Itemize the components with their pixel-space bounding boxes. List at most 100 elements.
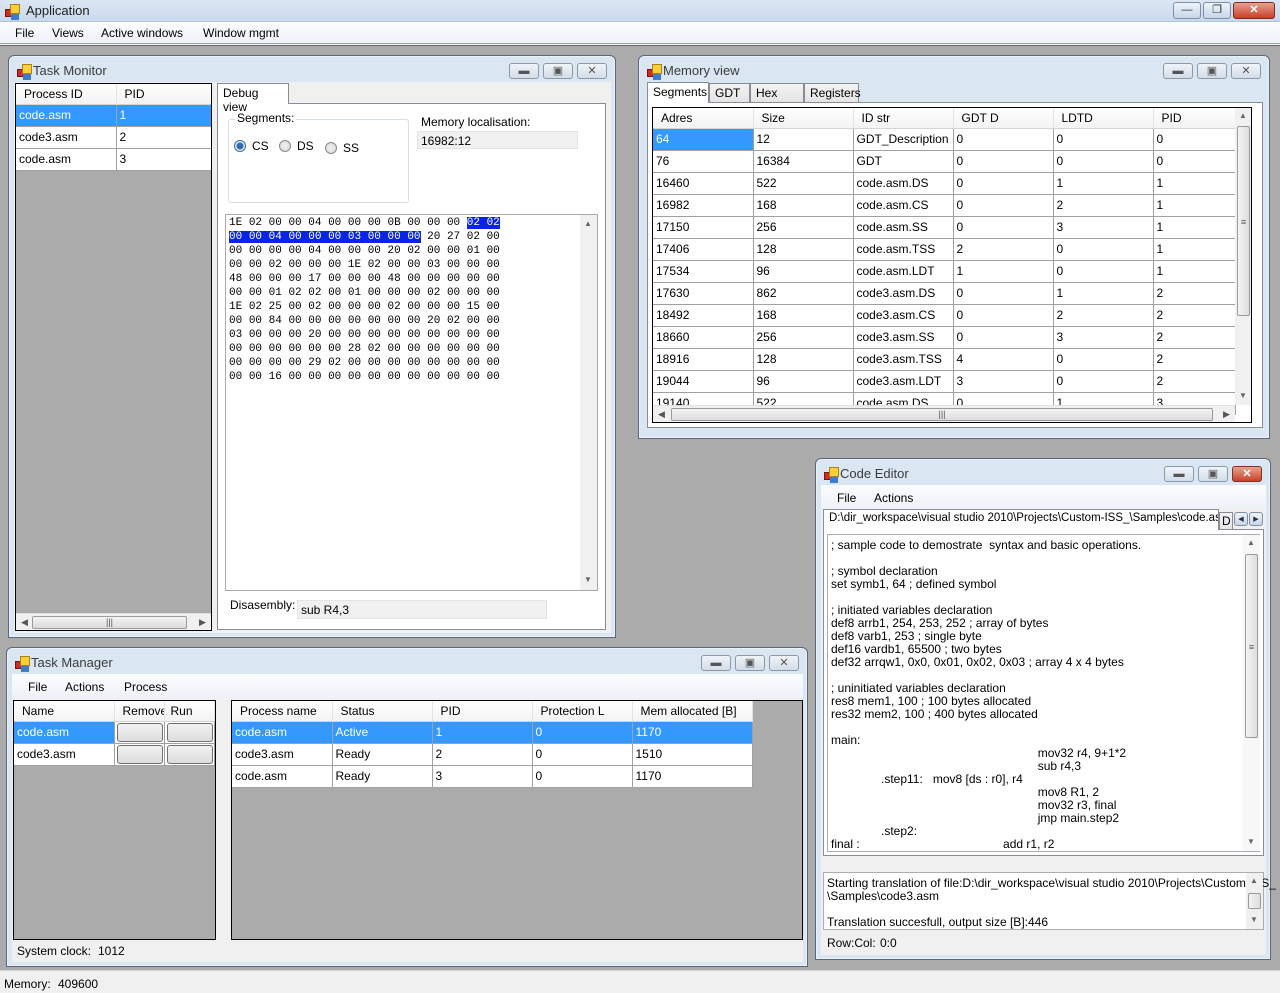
close-button[interactable]: ✕ bbox=[1232, 466, 1262, 482]
radio-button[interactable] bbox=[279, 140, 291, 152]
restore-button[interactable]: ❐ bbox=[1203, 2, 1231, 19]
table-row[interactable]: 16460 522 code.asm.DS 0 1 1 bbox=[653, 172, 1236, 195]
table-row[interactable]: code3.asm Ready 2 0 1510 bbox=[232, 743, 753, 766]
table-row[interactable]: 18660 256 code3.asm.SS 0 3 2 bbox=[653, 326, 1236, 349]
table-cell[interactable]: 522 bbox=[753, 172, 854, 195]
table-cell[interactable]: 18492 bbox=[653, 304, 754, 327]
output-log[interactable]: Starting translation of file:D:\dir_work… bbox=[823, 872, 1276, 930]
scroll-down-icon[interactable]: ▼ bbox=[1247, 837, 1255, 846]
scroll-up-icon[interactable]: ▲ bbox=[1239, 111, 1247, 120]
table-cell[interactable]: 0 bbox=[953, 150, 1054, 173]
table-row[interactable]: 17150 256 code.asm.SS 0 3 1 bbox=[653, 216, 1236, 239]
scroll-down-icon[interactable]: ▼ bbox=[1239, 391, 1247, 400]
table-cell[interactable]: code3.asm.CS bbox=[853, 304, 954, 327]
tab-code-asm[interactable]: D:\dir_workspace\visual studio 2010\Proj… bbox=[823, 509, 1219, 530]
table-cell[interactable]: code3.asm.SS bbox=[853, 326, 954, 349]
table-row[interactable]: code.asm bbox=[14, 721, 215, 744]
table-cell[interactable]: 0 bbox=[953, 194, 1054, 217]
maximize-button[interactable]: ▣ bbox=[1198, 466, 1228, 482]
column-header[interactable]: Process name bbox=[232, 701, 333, 722]
table-cell[interactable]: code.asm.CS bbox=[853, 194, 954, 217]
column-header[interactable]: Status bbox=[332, 701, 433, 722]
scroll-up-icon[interactable]: ▲ bbox=[1250, 876, 1258, 885]
memory-localisation-field[interactable]: 16982:12 bbox=[417, 131, 578, 149]
table-cell[interactable]: 17534 bbox=[653, 260, 754, 283]
table-cell[interactable]: 16982 bbox=[653, 194, 754, 217]
scroll-left-icon[interactable]: ◀ bbox=[21, 617, 28, 628]
scrollbar-thumb[interactable]: ≡ bbox=[1237, 126, 1250, 316]
table-cell[interactable]: 0 bbox=[1053, 128, 1154, 151]
table-cell[interactable]: 1 bbox=[953, 260, 1054, 283]
vertical-scrollbar[interactable]: ▲ ▼ bbox=[580, 215, 597, 590]
scroll-right-icon[interactable]: ▶ bbox=[199, 617, 206, 628]
table-cell[interactable]: 18916 bbox=[653, 348, 754, 371]
table-cell[interactable]: 1 bbox=[1053, 172, 1154, 195]
menu-actions[interactable]: Actions bbox=[874, 491, 913, 505]
table-cell[interactable]: 0 bbox=[532, 721, 633, 744]
menu-file[interactable]: File bbox=[837, 491, 856, 505]
minimize-button[interactable]: ▬ bbox=[701, 655, 731, 671]
table-cell[interactable]: 19044 bbox=[653, 370, 754, 393]
table-cell[interactable]: 0 bbox=[953, 216, 1054, 239]
run-button[interactable] bbox=[166, 744, 213, 764]
table-cell[interactable]: 0 bbox=[1053, 370, 1154, 393]
column-header-run[interactable]: Run bbox=[164, 701, 215, 722]
table-cell[interactable]: GDT bbox=[853, 150, 954, 173]
table-row[interactable]: code.asm 1 bbox=[16, 104, 211, 127]
table-cell[interactable]: 0 bbox=[1153, 150, 1236, 173]
table-row[interactable]: 17534 96 code.asm.LDT 1 0 1 bbox=[653, 260, 1236, 283]
horizontal-scrollbar[interactable]: ◀ ||| ▶ bbox=[653, 405, 1235, 422]
table-row[interactable]: 16982 168 code.asm.CS 0 2 1 bbox=[653, 194, 1236, 217]
minimize-button[interactable]: ▬ bbox=[1163, 63, 1193, 79]
column-header-name[interactable]: Name bbox=[14, 701, 115, 722]
table-cell[interactable]: code3.asm.LDT bbox=[853, 370, 954, 393]
table-cell[interactable]: 2 bbox=[1153, 282, 1236, 305]
column-header-pid[interactable]: PID bbox=[116, 84, 211, 105]
table-cell[interactable]: 0 bbox=[532, 743, 633, 766]
menu-active-windows[interactable]: Active windows bbox=[101, 26, 183, 40]
table-cell[interactable]: 64 bbox=[653, 128, 754, 151]
menu-window-mgmt[interactable]: Window mgmt bbox=[203, 26, 279, 40]
tab-gdt[interactable]: GDT bbox=[709, 83, 750, 103]
tab-debug-view[interactable]: Debug view bbox=[217, 83, 289, 114]
close-button[interactable]: ✕ bbox=[1231, 63, 1261, 79]
table-cell[interactable]: Active bbox=[332, 721, 433, 744]
run-button[interactable] bbox=[166, 722, 213, 742]
radio-ds[interactable]: DS bbox=[279, 139, 314, 153]
table-cell[interactable]: 256 bbox=[753, 326, 854, 349]
table-cell[interactable]: 1 bbox=[116, 104, 211, 127]
remove-button[interactable] bbox=[116, 722, 163, 742]
hex-dump-view[interactable]: 1E 02 00 00 04 00 00 00 0B 00 00 00 02 0… bbox=[225, 214, 598, 591]
table-cell[interactable]: code.asm bbox=[16, 148, 117, 171]
table-cell[interactable]: 17406 bbox=[653, 238, 754, 261]
column-header[interactable]: Size bbox=[753, 108, 854, 129]
table-cell[interactable]: 4 bbox=[953, 348, 1054, 371]
table-cell[interactable]: 862 bbox=[753, 282, 854, 305]
table-cell[interactable]: 2 bbox=[1153, 370, 1236, 393]
column-header-process-id[interactable]: Process ID bbox=[16, 84, 117, 105]
maximize-button[interactable]: ▣ bbox=[543, 63, 573, 79]
scroll-down-icon[interactable]: ▼ bbox=[1250, 915, 1258, 924]
table-cell[interactable]: 168 bbox=[753, 304, 854, 327]
output-vertical-scrollbar[interactable]: ▲ ▼ bbox=[1246, 873, 1263, 929]
radio-button[interactable] bbox=[325, 142, 337, 154]
table-cell[interactable]: 2 bbox=[953, 238, 1054, 261]
table-cell[interactable]: 2 bbox=[1153, 348, 1236, 371]
menu-file[interactable]: File bbox=[15, 26, 34, 40]
table-cell[interactable]: 16460 bbox=[653, 172, 754, 195]
scroll-down-icon[interactable]: ▼ bbox=[584, 575, 592, 584]
table-cell[interactable]: Ready bbox=[332, 743, 433, 766]
table-cell[interactable]: 1 bbox=[1153, 260, 1236, 283]
tab-hex-view[interactable]: Hex view bbox=[750, 83, 804, 114]
scroll-left-icon[interactable]: ◀ bbox=[658, 409, 665, 420]
table-cell[interactable]: 96 bbox=[753, 370, 854, 393]
radio-cs[interactable]: CS bbox=[234, 139, 269, 153]
table-cell[interactable]: 18660 bbox=[653, 326, 754, 349]
menu-process[interactable]: Process bbox=[124, 680, 167, 694]
table-cell[interactable]: code3.asm bbox=[16, 126, 117, 149]
minimize-button[interactable]: ▬ bbox=[1164, 466, 1194, 482]
table-cell[interactable]: code3.asm.DS bbox=[853, 282, 954, 305]
files-grid[interactable]: Name Remove Run code.asm code3.asm bbox=[13, 700, 216, 940]
table-row[interactable]: code.asm Ready 3 0 1170 bbox=[232, 765, 753, 788]
table-row[interactable]: code.asm Active 1 0 1170 bbox=[232, 721, 753, 744]
